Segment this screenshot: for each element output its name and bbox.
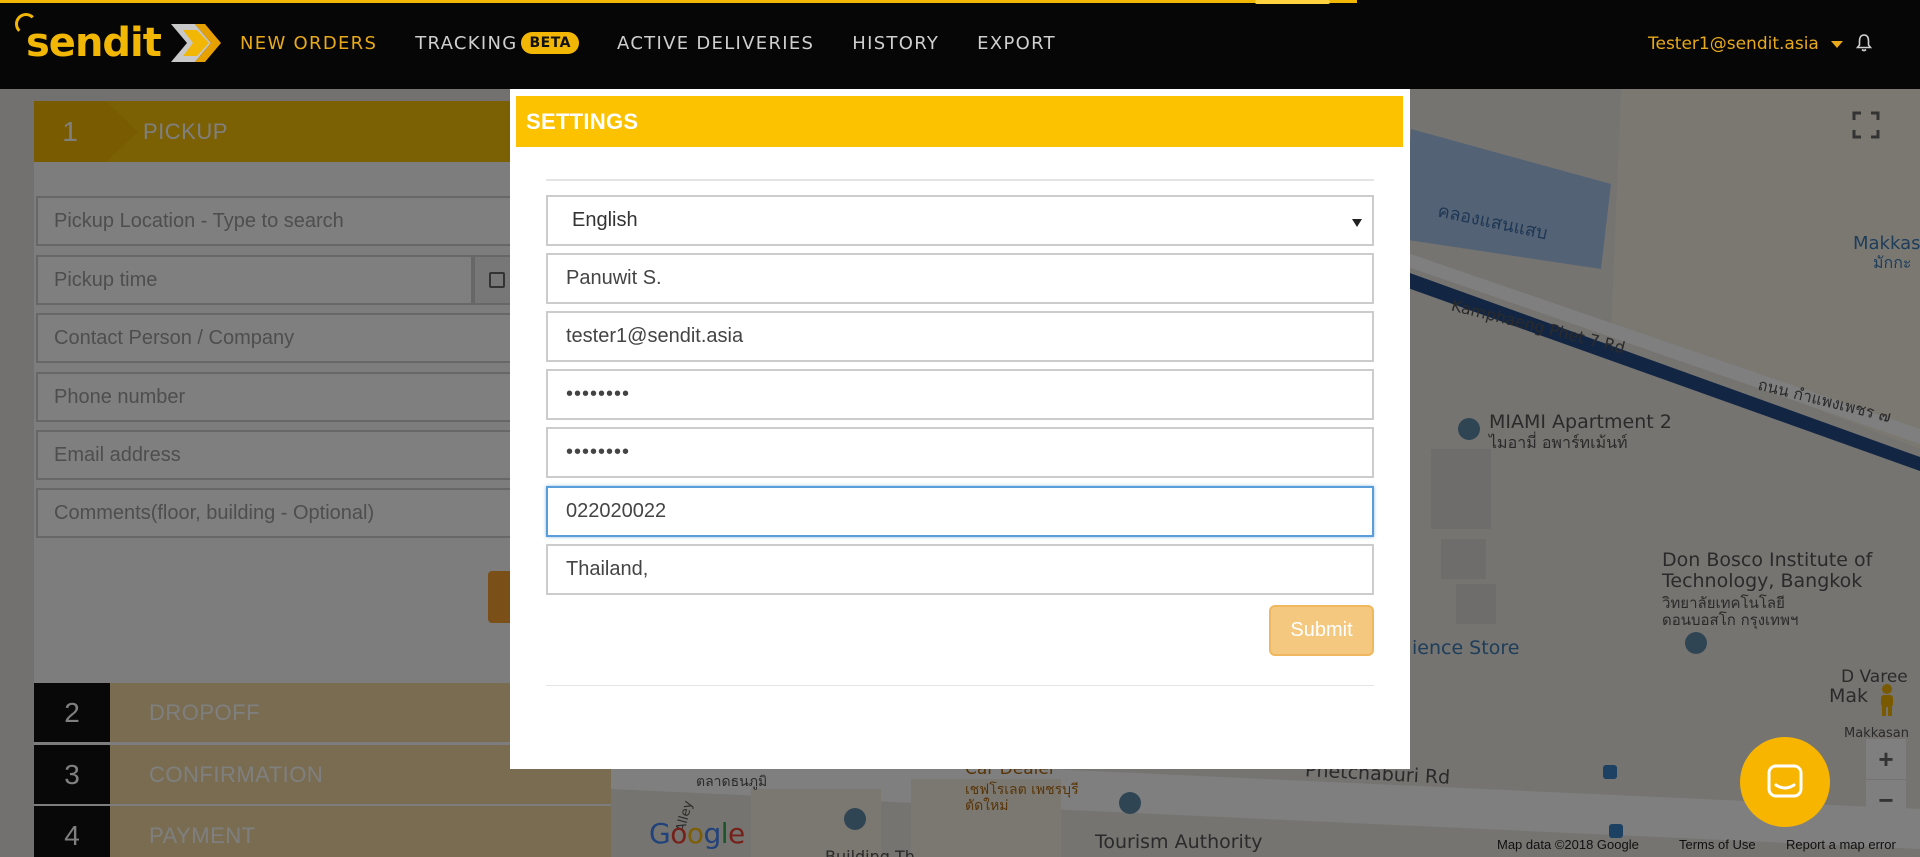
loading-progress-glow — [1255, 0, 1330, 4]
user-menu[interactable]: Tester1@sendit.asia — [1648, 34, 1843, 54]
logo-text: sendit — [26, 20, 162, 66]
nav-tracking[interactable]: TRACKING BETA — [415, 32, 580, 54]
dropdown-arrow-icon — [1352, 219, 1362, 227]
language-select[interactable]: English — [546, 195, 1374, 246]
settings-modal: SETTINGS English Panuwit S. tester1@send… — [510, 89, 1410, 769]
confirm-password-input[interactable]: •••••••• — [546, 427, 1374, 478]
nav-export[interactable]: EXPORT — [977, 33, 1056, 54]
chat-launcher-button[interactable] — [1740, 737, 1830, 827]
divider — [546, 685, 1374, 686]
phone-input[interactable]: 022020022 — [546, 486, 1374, 537]
nav-new-orders-label: NEW ORDERS — [240, 32, 378, 54]
caret-down-icon — [1830, 40, 1843, 48]
divider — [546, 179, 1374, 181]
nav-history-label: HISTORY — [852, 32, 940, 54]
logo-arrow-icon — [170, 24, 221, 62]
nav-history[interactable]: HISTORY — [852, 33, 939, 54]
bell-icon[interactable] — [1856, 34, 1872, 52]
nav-export-label: EXPORT — [977, 32, 1056, 54]
nav-tracking-label: TRACKING — [415, 32, 518, 54]
password-input[interactable]: •••••••• — [546, 369, 1374, 420]
email-input[interactable]: tester1@sendit.asia — [546, 311, 1374, 362]
modal-header: SETTINGS — [516, 96, 1403, 147]
name-input[interactable]: Panuwit S. — [546, 253, 1374, 304]
modal-title: SETTINGS — [526, 108, 639, 134]
loading-progress-bar — [0, 0, 1357, 3]
chat-bubble-icon — [1767, 764, 1803, 798]
user-email: Tester1@sendit.asia — [1648, 34, 1819, 54]
nav-new-orders[interactable]: NEW ORDERS — [240, 33, 377, 54]
beta-badge: BETA — [521, 32, 580, 54]
sendit-logo[interactable]: sendit — [26, 18, 221, 68]
language-select-value: English — [572, 209, 638, 231]
address-input[interactable]: Thailand, — [546, 544, 1374, 595]
top-navbar: sendit NEW ORDERS TRACKING BETA ACTIVE DE… — [0, 0, 1920, 89]
nav-active-deliveries-label: ACTIVE DELIVERIES — [617, 32, 815, 54]
main-nav: NEW ORDERS TRACKING BETA ACTIVE DELIVERIE… — [240, 32, 1094, 54]
nav-active-deliveries[interactable]: ACTIVE DELIVERIES — [617, 33, 814, 54]
submit-button[interactable]: Submit — [1269, 605, 1374, 656]
